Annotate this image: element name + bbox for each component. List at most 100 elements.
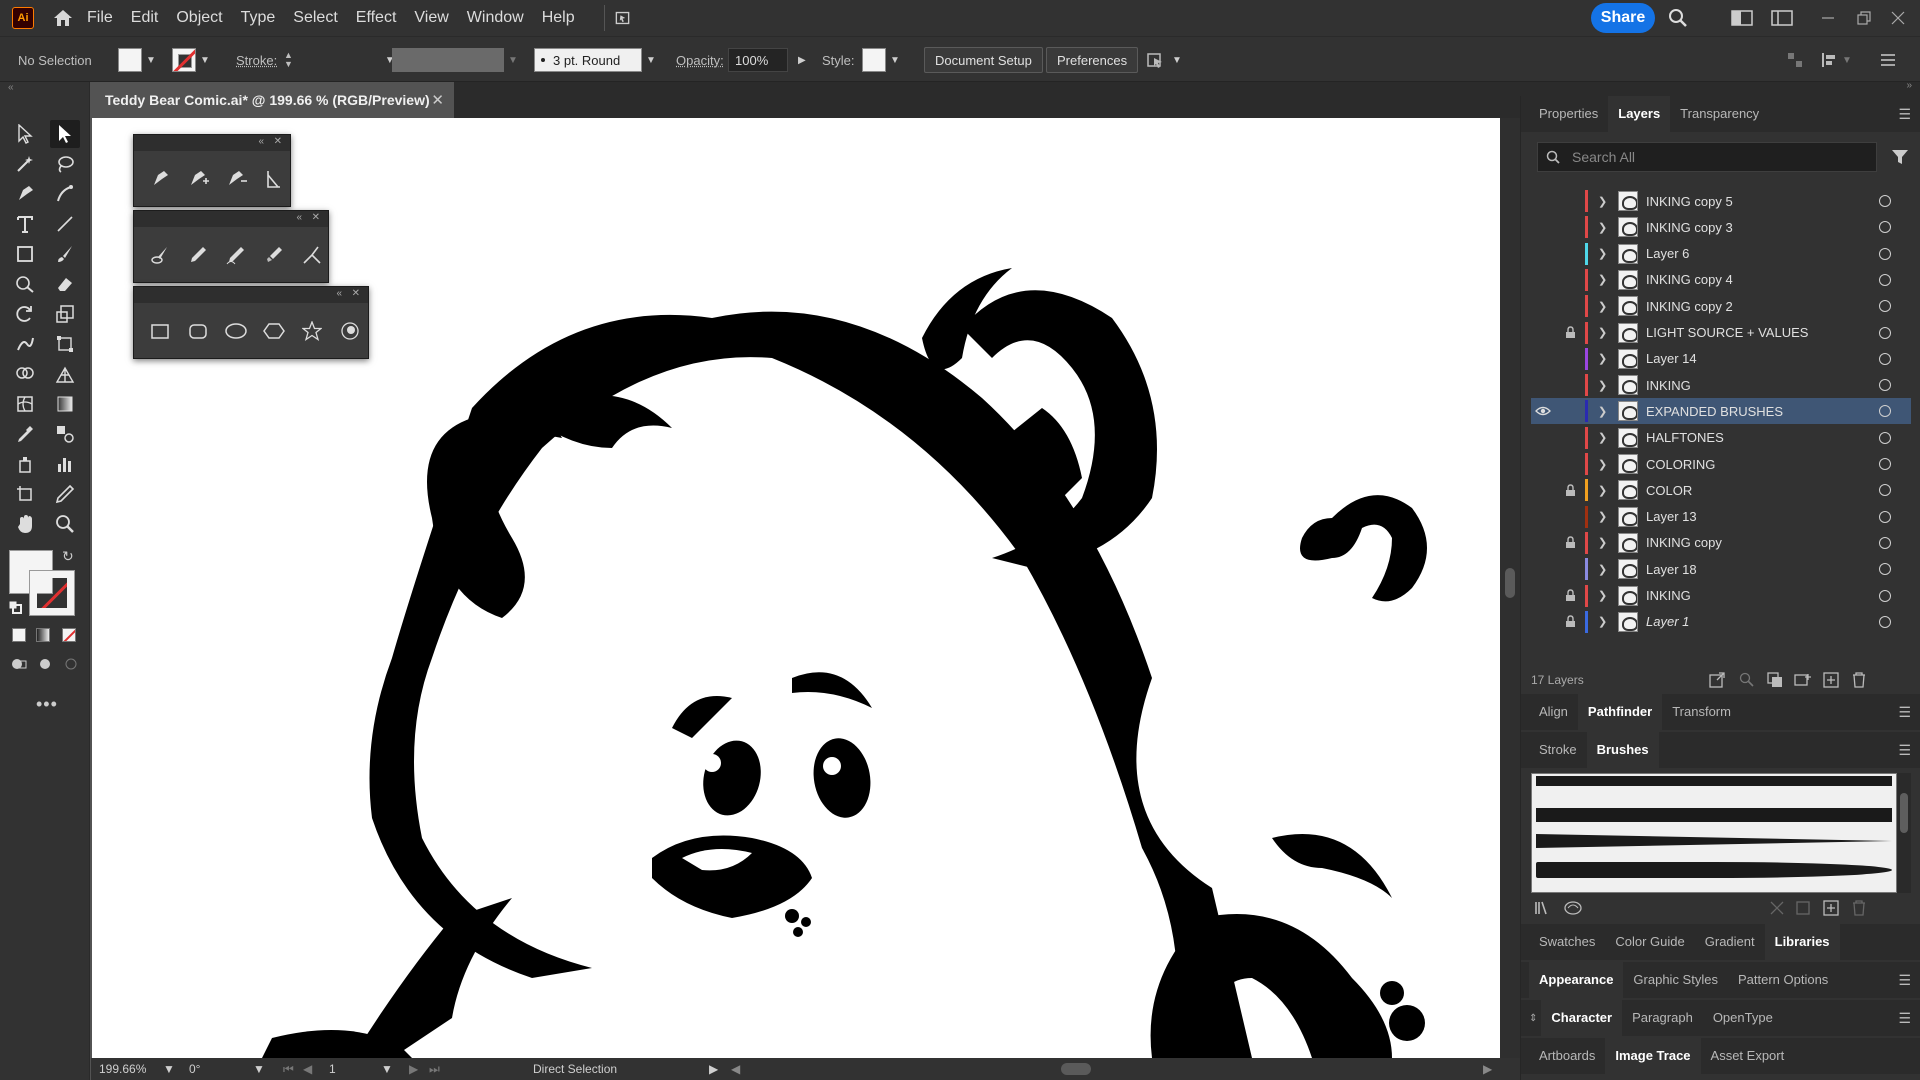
eraser-tool-icon[interactable] <box>50 270 80 298</box>
star-tool-icon[interactable] <box>298 317 326 345</box>
panel-menu-icon[interactable]: ☰ <box>1898 742 1911 759</box>
menu-view[interactable]: View <box>405 0 457 36</box>
hand-tool-icon[interactable] <box>10 510 40 538</box>
new-brush-icon[interactable] <box>1821 898 1841 918</box>
lock-icon[interactable] <box>1555 398 1585 424</box>
chevron-down-icon[interactable]: ▼ <box>163 1060 175 1078</box>
last-artboard-icon[interactable]: ⏭ <box>429 1060 440 1078</box>
edit-toolbar-icon[interactable]: ••• <box>36 694 58 715</box>
panel-header[interactable]: «✕ <box>134 211 328 227</box>
default-colors-icon[interactable] <box>8 600 22 614</box>
brushes-scrollbar[interactable] <box>1897 773 1911 893</box>
variable-width-profile[interactable] <box>392 48 504 72</box>
document-setup-button[interactable]: Document Setup <box>924 47 1043 73</box>
chevron-right-icon[interactable]: ❯ <box>1598 431 1618 444</box>
preferences-button[interactable]: Preferences <box>1046 47 1139 73</box>
tab-artboards[interactable]: Artboards <box>1529 1038 1605 1074</box>
visibility-eye-icon[interactable] <box>1531 372 1555 398</box>
layer-row[interactable]: ❯ COLORING <box>1531 451 1911 477</box>
chevron-right-icon[interactable]: ▶ <box>794 55 810 66</box>
layer-row[interactable]: ❯ EXPANDED BRUSHES <box>1531 398 1911 425</box>
style-swatch[interactable] <box>862 48 886 72</box>
rotate-tool-icon[interactable] <box>10 300 40 328</box>
tab-appearance[interactable]: Appearance <box>1529 962 1624 998</box>
layer-row[interactable]: ❯ INKING copy 3 <box>1531 214 1911 240</box>
artboard[interactable]: «✕ «✕ «✕ <box>92 118 1500 1058</box>
panel-menu-icon[interactable]: ☰ <box>1898 972 1911 989</box>
close-icon[interactable]: ✕ <box>431 91 444 109</box>
free-transform-tool-icon[interactable] <box>50 330 80 358</box>
menu-help[interactable]: Help <box>533 0 584 36</box>
lock-icon[interactable] <box>1555 583 1585 609</box>
canvas[interactable]: «✕ «✕ «✕ <box>91 118 1520 1058</box>
gradient-tool-icon[interactable] <box>50 390 80 418</box>
visibility-eye-icon[interactable] <box>1531 609 1555 635</box>
direct-selection-tool-icon[interactable] <box>50 120 80 148</box>
tab-brushes[interactable]: Brushes <box>1586 732 1659 768</box>
layer-target-icon[interactable] <box>1879 195 1891 207</box>
ellipse-tool-icon[interactable] <box>222 317 250 345</box>
tab-swatches[interactable]: Swatches <box>1529 924 1605 960</box>
layer-target-icon[interactable] <box>1879 536 1891 549</box>
brush-options-icon[interactable] <box>1793 898 1813 918</box>
chevron-down-icon[interactable]: ▼ <box>381 1060 393 1078</box>
stroke-color-swatch[interactable] <box>29 570 75 616</box>
tab-properties[interactable]: Properties <box>1529 96 1608 132</box>
lock-icon[interactable] <box>1555 451 1585 477</box>
tab-asset-export[interactable]: Asset Export <box>1701 1038 1795 1074</box>
tab-transform[interactable]: Transform <box>1662 694 1741 730</box>
layer-target-icon[interactable] <box>1879 300 1891 313</box>
path-eraser-tool-icon[interactable] <box>260 241 288 269</box>
symbol-sprayer-tool-icon[interactable] <box>10 450 40 478</box>
pen-tool-icon[interactable] <box>10 180 40 208</box>
panel-menu-icon[interactable]: ☰ <box>1898 1010 1911 1027</box>
layer-row[interactable]: ❯ INKING <box>1531 372 1911 398</box>
chevron-right-icon[interactable]: ❯ <box>1598 615 1618 628</box>
zoom-level[interactable]: 199.66% <box>99 1060 146 1078</box>
scrollbar-thumb[interactable] <box>1900 793 1908 833</box>
lock-icon[interactable] <box>1555 267 1585 293</box>
swap-colors-icon[interactable]: ↻ <box>62 548 74 565</box>
chevron-right-icon[interactable]: ❯ <box>1598 247 1618 260</box>
layer-target-icon[interactable] <box>1879 431 1891 444</box>
paintbrush-tool-icon[interactable] <box>50 240 80 268</box>
menu-object[interactable]: Object <box>167 0 231 36</box>
layer-row[interactable]: ❯ Layer 1 <box>1531 609 1911 635</box>
align-icon[interactable] <box>1786 37 1804 83</box>
lock-icon[interactable] <box>1555 477 1585 503</box>
visibility-eye-icon[interactable] <box>1531 530 1555 556</box>
export-for-screens-icon[interactable] <box>1707 670 1727 690</box>
home-icon[interactable] <box>48 3 78 33</box>
menu-select[interactable]: Select <box>284 0 346 36</box>
menu-window[interactable]: Window <box>458 0 533 36</box>
zoom-tool-icon[interactable] <box>50 510 80 538</box>
chevron-right-icon[interactable]: ❯ <box>1598 379 1618 392</box>
lock-icon[interactable] <box>1555 425 1585 451</box>
brush-libraries-menu-icon[interactable] <box>1533 898 1553 918</box>
brush-swatch[interactable] <box>1536 776 1892 786</box>
mesh-tool-icon[interactable] <box>10 390 40 418</box>
tab-pattern-options[interactable]: Pattern Options <box>1728 962 1838 998</box>
tab-paragraph[interactable]: Paragraph <box>1622 1000 1703 1036</box>
chevron-right-icon[interactable]: ❯ <box>1598 536 1618 549</box>
line-segment-tool-icon[interactable] <box>50 210 80 238</box>
remove-brush-stroke-icon[interactable] <box>1767 898 1787 918</box>
layer-row[interactable]: ❯ Layer 6 <box>1531 241 1911 267</box>
create-sublayer-icon[interactable] <box>1793 670 1813 690</box>
next-artboard-icon[interactable]: ▶ <box>409 1060 418 1078</box>
vertical-scrollbar[interactable] <box>1500 118 1520 1058</box>
layer-row[interactable]: ❯ INKING copy <box>1531 530 1911 556</box>
visibility-eye-icon[interactable] <box>1531 556 1555 582</box>
close-icon[interactable]: ✕ <box>274 136 282 147</box>
brush-swatch[interactable] <box>1536 808 1892 822</box>
scroll-right-icon[interactable]: ▶ <box>1483 1060 1492 1078</box>
tab-libraries[interactable]: Libraries <box>1764 924 1840 960</box>
tab-pathfinder[interactable]: Pathfinder <box>1577 694 1663 730</box>
chevron-right-icon[interactable]: ❯ <box>1598 484 1618 497</box>
gradient-mode-icon[interactable] <box>36 628 50 642</box>
expand-dock-icon[interactable]: » <box>1906 80 1912 91</box>
stroke-label[interactable]: Stroke: <box>236 37 277 83</box>
menu-edit[interactable]: Edit <box>122 0 168 36</box>
brush-library-list[interactable] <box>1531 773 1897 893</box>
layer-row[interactable]: ❯ Layer 13 <box>1531 504 1911 530</box>
